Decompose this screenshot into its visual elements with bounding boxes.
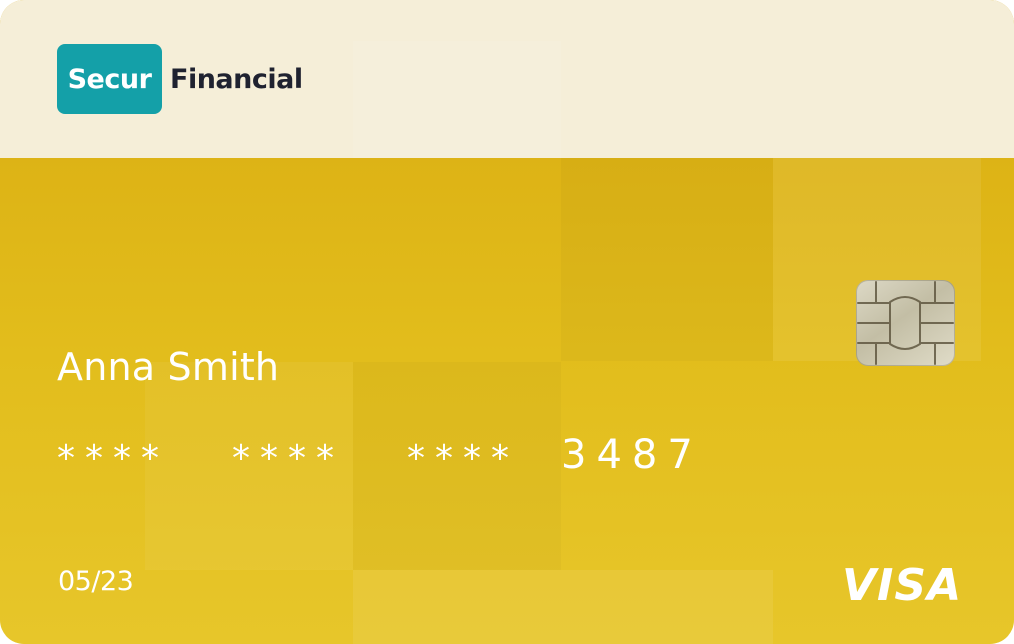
card-number-last-four: 3487	[561, 432, 703, 478]
visa-logo: VISA	[842, 560, 963, 611]
pattern-tile	[561, 158, 773, 361]
card-number-group-1: ****	[57, 438, 169, 479]
card-number-group-3: ****	[407, 438, 519, 479]
emv-chip-icon	[856, 280, 955, 366]
expiry-date: 05/23	[58, 566, 134, 597]
pattern-tile	[353, 41, 561, 158]
brand-badge: Secur	[57, 44, 162, 114]
brand-name: Financial	[170, 63, 303, 95]
pattern-tile	[353, 570, 773, 644]
cardholder-name: Anna Smith	[57, 345, 280, 389]
credit-card: Secur Financial Anna Smith **** **** ***…	[0, 0, 1014, 644]
brand-logo: Secur Financial	[57, 44, 303, 114]
card-number-group-2: ****	[232, 438, 344, 479]
